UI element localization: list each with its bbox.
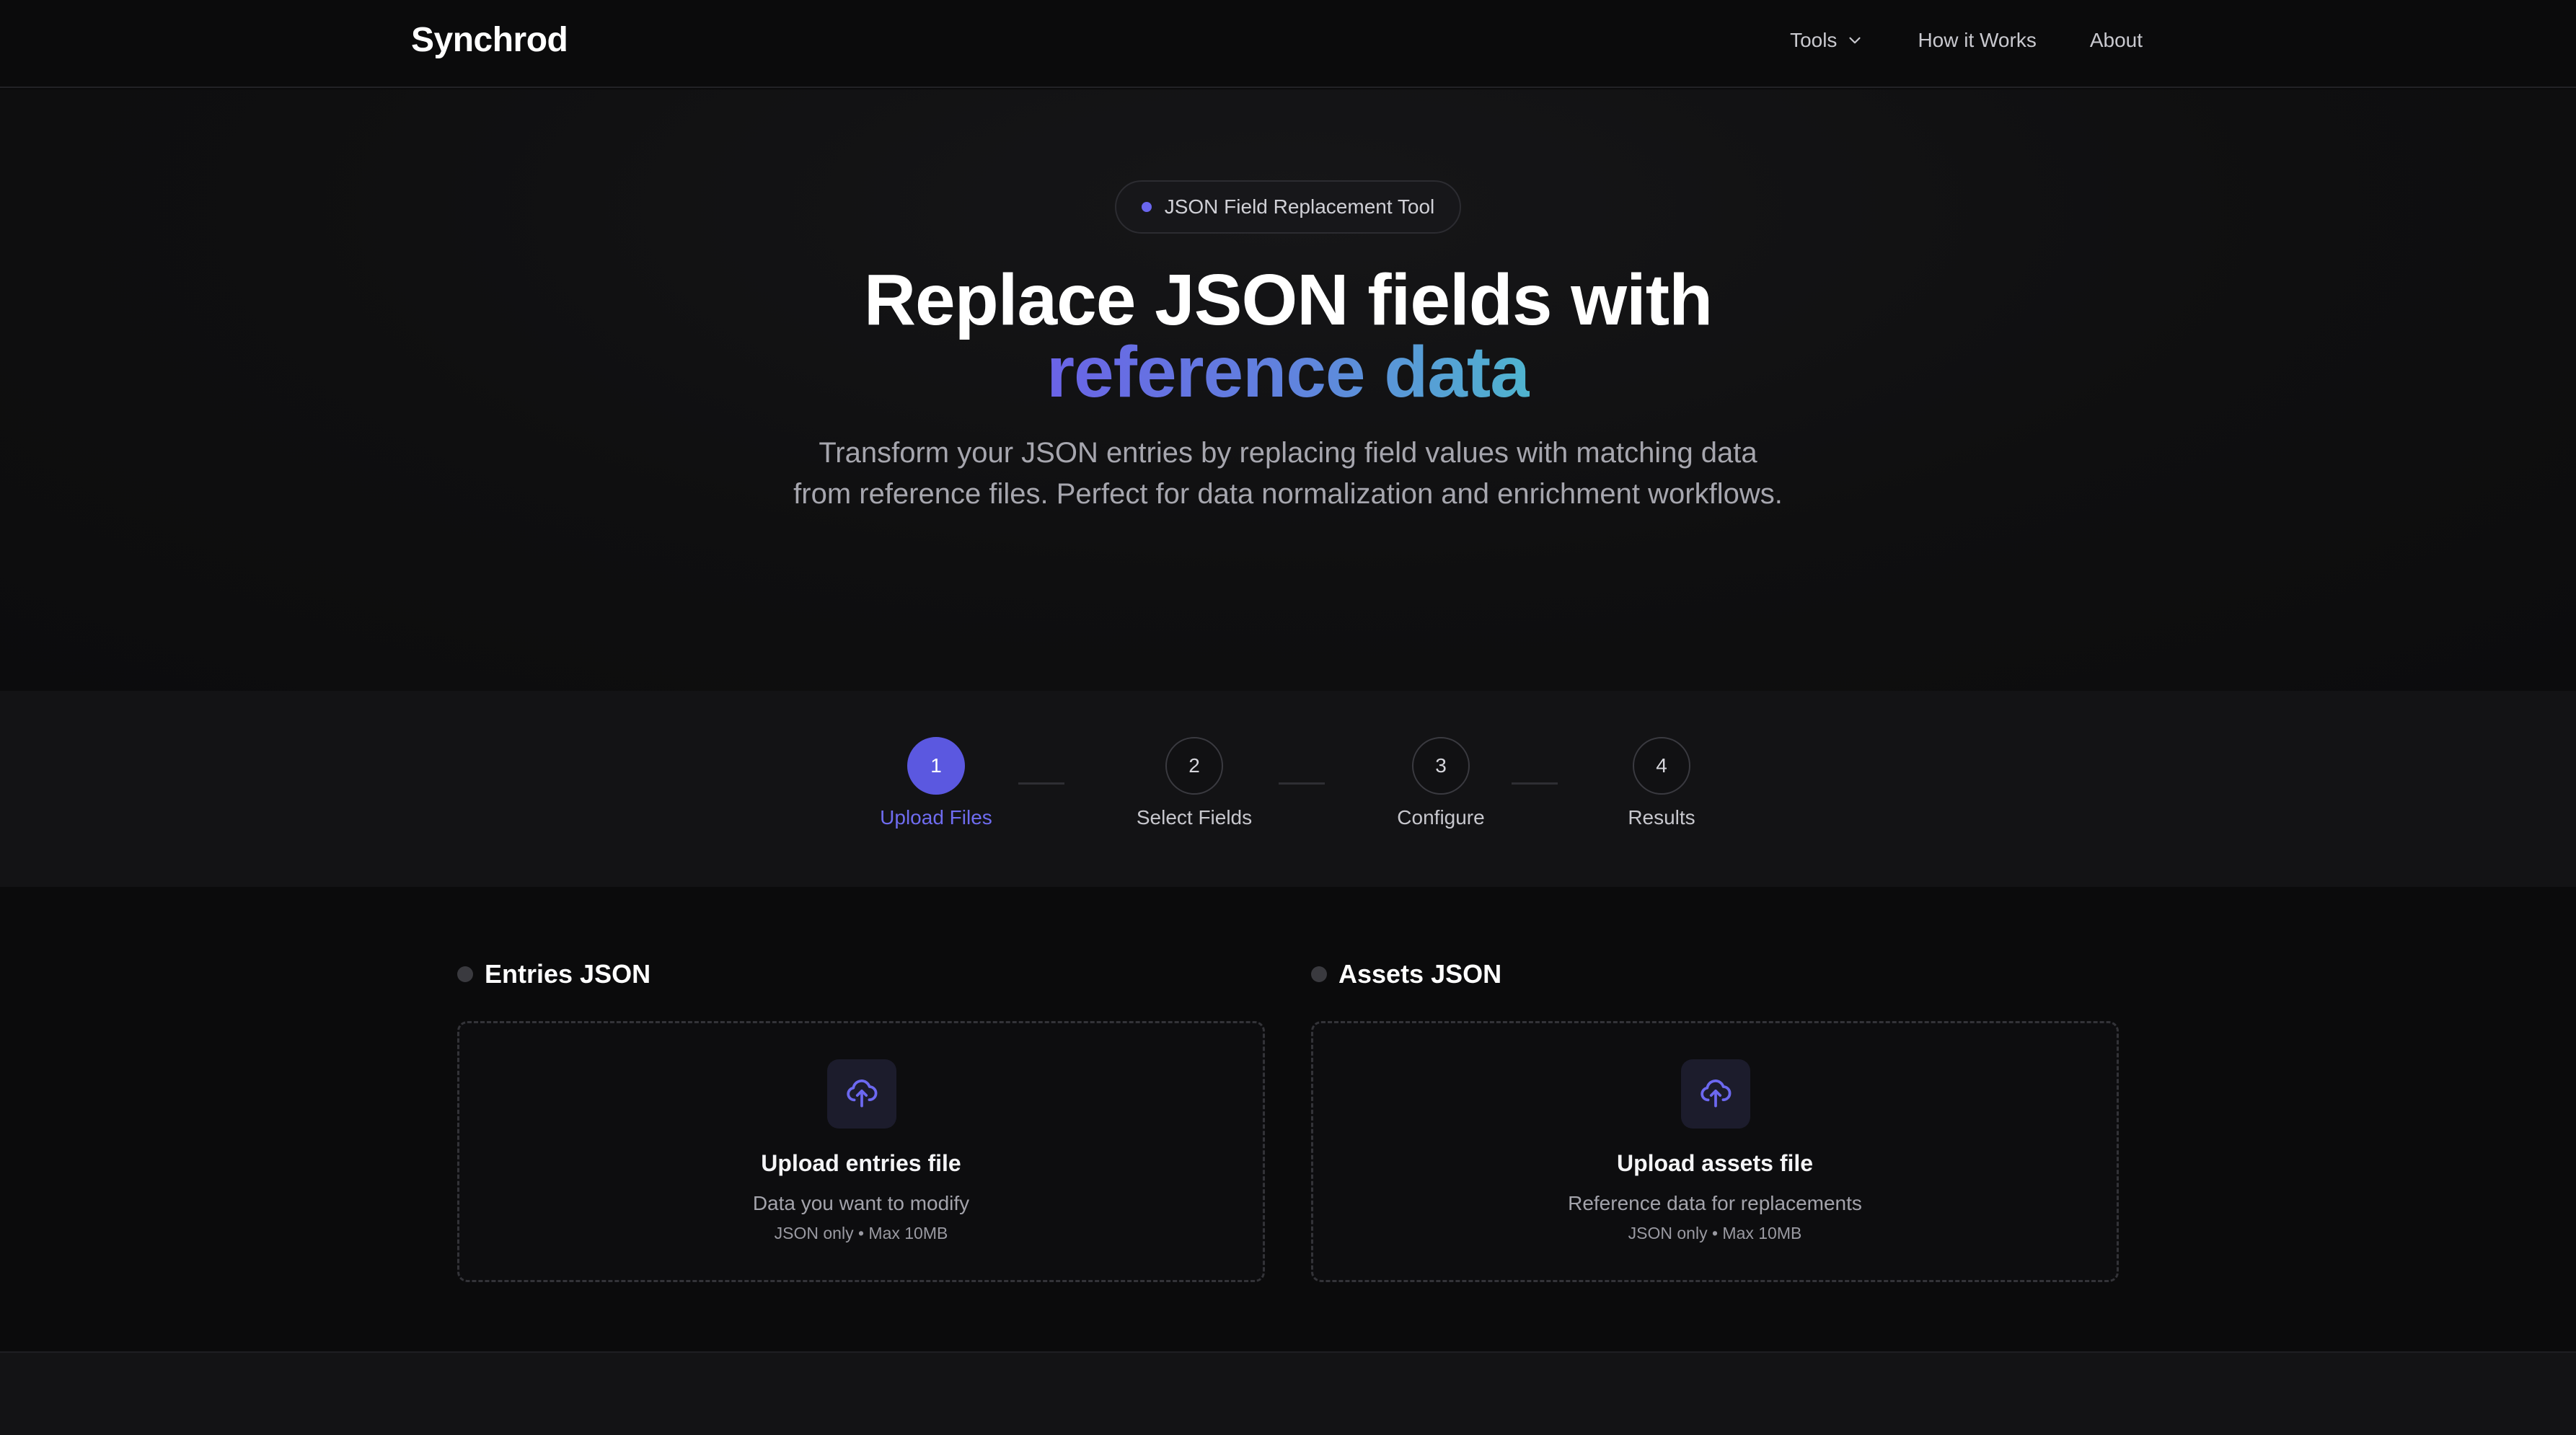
stepper: 1 Upload Files 2 Select Fields 3 Configu…	[0, 691, 2576, 887]
step-select-fields[interactable]: 2 Select Fields	[1108, 737, 1281, 829]
assets-title-label: Assets JSON	[1338, 959, 1502, 989]
step-label: Select Fields	[1136, 806, 1253, 829]
assets-dropzone[interactable]: Upload assets file Reference data for re…	[1311, 1021, 2119, 1282]
step-number: 4	[1633, 737, 1690, 795]
brand-logo[interactable]: Synchrod	[411, 20, 568, 60]
site-footer	[0, 1351, 2576, 1435]
dropzone-description: Data you want to modify	[752, 1192, 970, 1214]
upload-cloud-icon	[827, 1059, 896, 1129]
upload-cloud-icon	[1681, 1059, 1750, 1129]
tool-badge: JSON Field Replacement Tool	[1115, 180, 1461, 234]
step-results[interactable]: 4 Results	[1575, 737, 1748, 829]
step-label: Results	[1628, 806, 1695, 829]
dropzone-description: Reference data for replacements	[1568, 1192, 1862, 1214]
entries-panel-title: Entries JSON	[457, 959, 650, 989]
step-number: 3	[1412, 737, 1470, 795]
site-header: Synchrod Tools How it Works About	[0, 0, 2576, 88]
page-title: Replace JSON fields with reference data	[0, 264, 2576, 408]
step-label: Configure	[1397, 806, 1485, 829]
nav-how-it-works[interactable]: How it Works	[1918, 29, 2036, 52]
dropzone-note: JSON only • Max 10MB	[774, 1224, 948, 1242]
nav-tools-label: Tools	[1790, 29, 1838, 51]
chevron-down-icon	[1849, 37, 1861, 44]
step-connector	[1512, 782, 1558, 785]
assets-panel-title: Assets JSON	[1311, 959, 1501, 989]
step-configure[interactable]: 3 Configure	[1354, 737, 1527, 829]
step-label: Upload Files	[880, 806, 992, 829]
entries-title-label: Entries JSON	[485, 959, 651, 989]
badge-label: JSON Field Replacement Tool	[1164, 195, 1435, 218]
dropzone-title: Upload entries file	[761, 1150, 961, 1176]
status-dot-icon	[457, 966, 473, 982]
nav-about[interactable]: About	[2090, 29, 2143, 52]
step-connector	[1018, 782, 1064, 785]
title-line-1: Replace JSON fields with	[863, 260, 1713, 340]
status-dot-icon	[1311, 966, 1327, 982]
step-number: 1	[907, 737, 965, 795]
title-line-2-accent: reference data	[1046, 332, 1530, 412]
upload-section: Entries JSON Upload entries file Data yo…	[0, 887, 2576, 1351]
main-nav: Tools How it Works About	[1790, 29, 2143, 52]
step-connector	[1279, 782, 1325, 785]
badge-dot-icon	[1141, 202, 1152, 212]
step-upload-files[interactable]: 1 Upload Files	[850, 737, 1023, 829]
hero-subtitle: Transform your JSON entries by replacing…	[793, 437, 1783, 510]
dropzone-note: JSON only • Max 10MB	[1628, 1224, 1802, 1242]
nav-tools[interactable]: Tools	[1790, 29, 1864, 52]
step-number: 2	[1165, 737, 1223, 795]
hero-section: JSON Field Replacement Tool Replace JSON…	[0, 89, 2576, 691]
entries-dropzone[interactable]: Upload entries file Data you want to mod…	[457, 1021, 1265, 1282]
dropzone-title: Upload assets file	[1616, 1150, 1814, 1176]
